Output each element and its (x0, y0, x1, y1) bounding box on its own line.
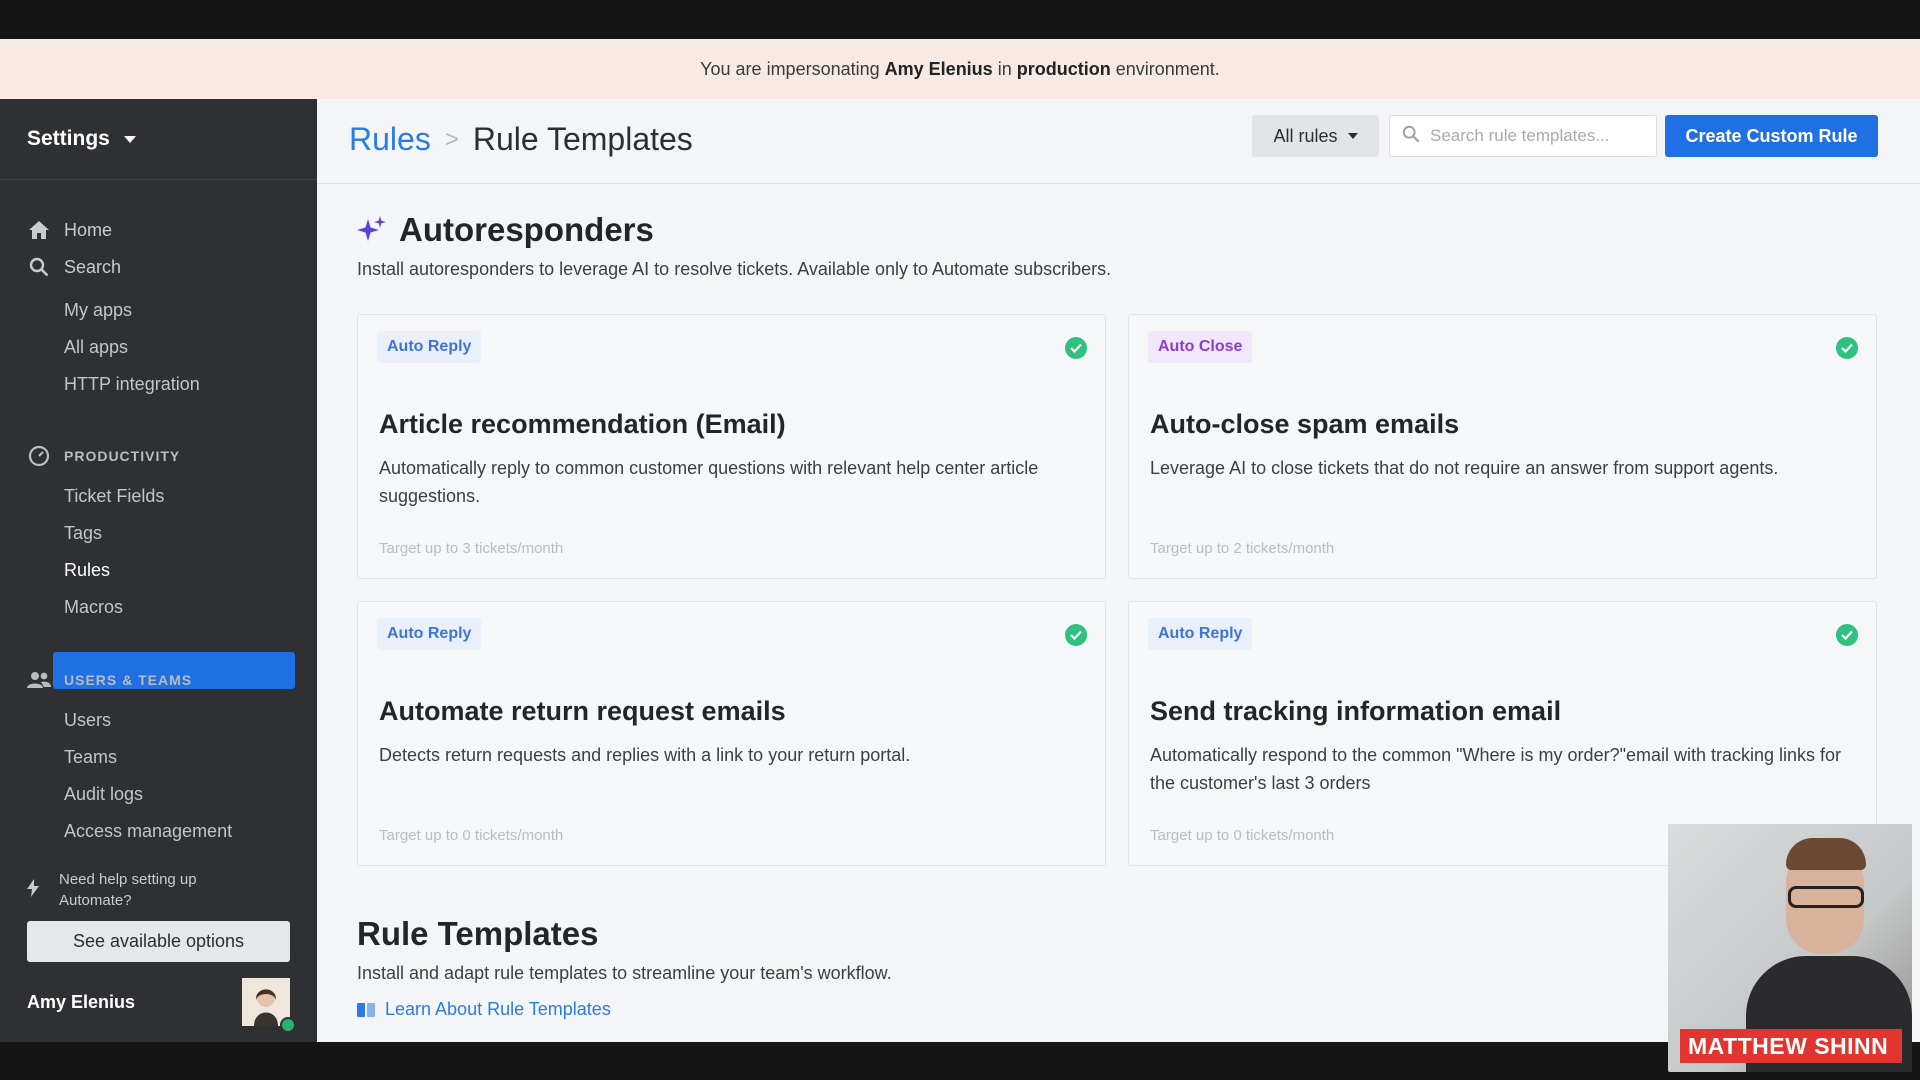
screen-bottom-bar (0, 1042, 1920, 1080)
card-target: Target up to 3 tickets/month (379, 540, 564, 557)
sidebar: Settings Home Search My apps All apps HT… (0, 99, 317, 1042)
card-target: Target up to 2 tickets/month (1150, 540, 1335, 557)
banner-user: Amy Elenius (884, 58, 993, 79)
page-title: Rule Templates (472, 121, 693, 157)
all-rules-dropdown[interactable]: All rules (1252, 115, 1379, 157)
sidebar-item-tags[interactable]: Tags (64, 515, 102, 551)
dropdown-label: All rules (1273, 125, 1338, 146)
sidebar-item-teams[interactable]: Teams (64, 739, 117, 775)
sidebar-item-users[interactable]: Users (64, 702, 111, 738)
banner-suffix: environment. (1115, 58, 1220, 79)
page-header: Rules > Rule Templates All rules Create … (317, 99, 1920, 184)
presenter-hair (1786, 838, 1866, 870)
rule-templates-heading: Rule Templates (357, 915, 599, 952)
card-target: Target up to 0 tickets/month (379, 827, 564, 844)
sidebar-item-access-management[interactable]: Access management (64, 813, 232, 849)
sidebar-item-rules[interactable]: Rules (64, 552, 110, 588)
current-user[interactable]: Amy Elenius (27, 977, 296, 1033)
user-name: Amy Elenius (27, 991, 136, 1012)
help-text-line2: Automate? (59, 892, 132, 909)
chevron-down-icon (123, 135, 136, 143)
autoresponders-title: Autoresponders (399, 211, 654, 248)
chevron-down-icon (1347, 133, 1358, 139)
see-available-options-button[interactable]: See available options (27, 921, 290, 962)
banner-env: production (1016, 58, 1111, 79)
section-productivity: PRODUCTIVITY (27, 444, 180, 468)
settings-menu[interactable]: Settings (0, 99, 317, 180)
learn-about-rule-templates-link[interactable]: Learn About Rule Templates (357, 999, 611, 1020)
automate-help: Need help setting up Automate? (27, 869, 197, 911)
search-icon (1402, 125, 1420, 148)
create-custom-rule-button[interactable]: Create Custom Rule (1665, 115, 1878, 157)
check-icon (1065, 624, 1087, 646)
check-icon (1836, 624, 1858, 646)
search-input[interactable] (1430, 126, 1640, 146)
card-description: Automatically reply to common customer q… (379, 458, 1039, 506)
autoresponder-card[interactable]: Auto Reply Article recommendation (Email… (357, 314, 1106, 579)
card-description: Detects return requests and replies with… (379, 745, 911, 765)
screen-top-bar (0, 0, 1920, 39)
autoresponders-heading: Autoresponders (357, 211, 654, 249)
card-title: Send tracking information email (1150, 696, 1562, 726)
breadcrumb: Rules > Rule Templates (349, 121, 693, 158)
link-label: Learn About Rule Templates (385, 999, 611, 1019)
sidebar-item-label: Home (64, 219, 113, 240)
search-icon (27, 255, 51, 279)
help-text-line1: Need help setting up (59, 871, 197, 888)
sidebar-item-home[interactable]: Home (0, 212, 112, 248)
presenter-glasses (1788, 886, 1864, 908)
card-tag: Auto Reply (1148, 618, 1253, 650)
check-icon (1065, 337, 1087, 359)
sidebar-item-macros[interactable]: Macros (64, 589, 123, 625)
banner-prefix: You are impersonating (700, 58, 880, 79)
home-icon (27, 218, 51, 242)
card-target: Target up to 0 tickets/month (1150, 827, 1335, 844)
sidebar-item-label: Search (64, 256, 122, 277)
gauge-icon (27, 444, 51, 468)
settings-title: Settings (27, 127, 110, 150)
impersonation-banner: You are impersonating Amy Elenius in pro… (0, 39, 1920, 99)
card-tag: Auto Close (1148, 331, 1253, 363)
card-tag: Auto Reply (377, 618, 482, 650)
section-users-teams: USERS & TEAMS (27, 668, 192, 692)
lightning-icon (27, 869, 45, 911)
breadcrumb-rules-link[interactable]: Rules (349, 121, 431, 158)
card-tag: Auto Reply (377, 331, 482, 363)
card-description: Automatically respond to the common "Whe… (1150, 745, 1842, 793)
sparkles-icon (357, 215, 387, 245)
card-description: Leverage AI to close tickets that do not… (1150, 458, 1779, 478)
sidebar-item-my-apps[interactable]: My apps (64, 292, 132, 328)
sidebar-item-http-integration[interactable]: HTTP integration (64, 366, 200, 402)
card-title: Article recommendation (Email) (379, 409, 786, 439)
sidebar-item-ticket-fields[interactable]: Ticket Fields (64, 478, 164, 514)
autoresponder-card[interactable]: Auto Reply Automate return request email… (357, 601, 1106, 866)
users-icon (27, 668, 51, 692)
search-box[interactable] (1389, 115, 1657, 157)
presenter-name-label: MATTHEW SHINN (1680, 1029, 1902, 1063)
card-title: Auto-close spam emails (1150, 409, 1460, 439)
online-status-dot (280, 1017, 296, 1033)
rule-templates-description: Install and adapt rule templates to stre… (357, 963, 892, 983)
section-label-text: USERS & TEAMS (64, 672, 193, 688)
sidebar-item-all-apps[interactable]: All apps (64, 329, 128, 365)
webcam-overlay: MATTHEW SHINN (1668, 824, 1912, 1072)
card-title: Automate return request emails (379, 696, 786, 726)
autoresponder-card[interactable]: Auto Close Auto-close spam emails Levera… (1128, 314, 1877, 579)
breadcrumb-separator: > (444, 125, 459, 153)
book-icon (357, 1002, 375, 1017)
sidebar-item-audit-logs[interactable]: Audit logs (64, 776, 143, 812)
banner-middle: in (997, 58, 1012, 79)
avatar[interactable] (242, 978, 296, 1033)
sidebar-item-search[interactable]: Search (0, 249, 121, 285)
section-label-text: PRODUCTIVITY (64, 448, 181, 464)
autoresponders-description: Install autoresponders to leverage AI to… (357, 259, 1112, 279)
check-icon (1836, 337, 1858, 359)
